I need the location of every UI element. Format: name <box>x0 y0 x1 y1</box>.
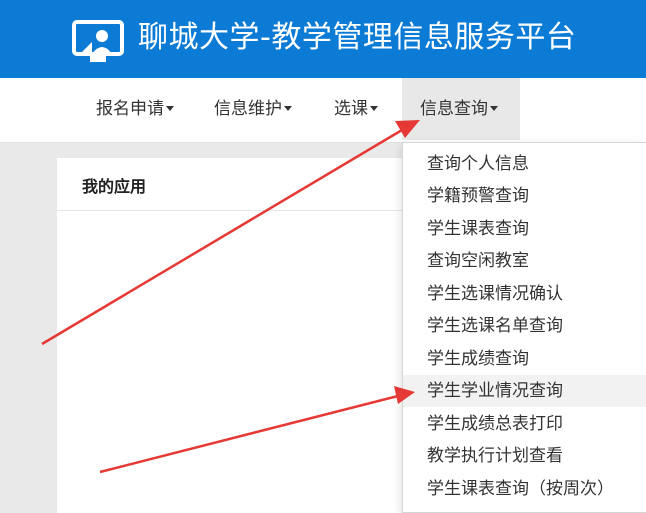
caret-down-icon <box>370 105 378 111</box>
menu-item-course-confirm[interactable]: 学生选课情况确认 <box>403 278 646 310</box>
menu-item-grades[interactable]: 学生成绩查询 <box>403 343 646 375</box>
menu-item-academic-status[interactable]: 学生学业情况查询 <box>403 375 646 407</box>
menu-item-class-schedule[interactable]: 学生课表查询 <box>403 213 646 245</box>
nav-course-select[interactable]: 选课 <box>320 78 392 140</box>
caret-down-icon <box>490 105 498 111</box>
monitor-user-icon <box>72 20 124 62</box>
menu-item-weekly-schedule[interactable]: 学生课表查询（按周次） <box>403 473 646 505</box>
nav-apply-label: 报名申请 <box>96 99 164 119</box>
nav-info-query[interactable]: 信息查询 <box>402 78 520 140</box>
nav-info-maintain[interactable]: 信息维护 <box>200 78 306 140</box>
caret-down-icon <box>284 105 292 111</box>
info-query-dropdown: 查询个人信息 学籍预警查询 学生课表查询 查询空闲教室 学生选课情况确认 学生选… <box>402 142 646 513</box>
nav-info-query-label: 信息查询 <box>420 99 488 119</box>
menu-item-academic-warning[interactable]: 学籍预警查询 <box>403 180 646 212</box>
page-title: 聊城大学-教学管理信息服务平台 <box>138 20 577 55</box>
app-header: 聊城大学-教学管理信息服务平台 <box>0 0 646 78</box>
menu-item-course-list[interactable]: 学生选课名单查询 <box>403 310 646 342</box>
menu-item-teaching-plan[interactable]: 教学执行计划查看 <box>403 440 646 472</box>
nav-course-select-label: 选课 <box>334 99 368 119</box>
main-navbar: 报名申请 信息维护 选课 信息查询 <box>0 78 646 143</box>
nav-apply[interactable]: 报名申请 <box>82 78 188 140</box>
menu-item-personal-info[interactable]: 查询个人信息 <box>403 148 646 180</box>
panel-title: 我的应用 <box>82 177 147 196</box>
nav-info-maintain-label: 信息维护 <box>214 99 282 119</box>
menu-item-grade-summary-print[interactable]: 学生成绩总表打印 <box>403 408 646 440</box>
menu-item-free-classroom[interactable]: 查询空闲教室 <box>403 245 646 277</box>
caret-down-icon <box>166 105 174 111</box>
